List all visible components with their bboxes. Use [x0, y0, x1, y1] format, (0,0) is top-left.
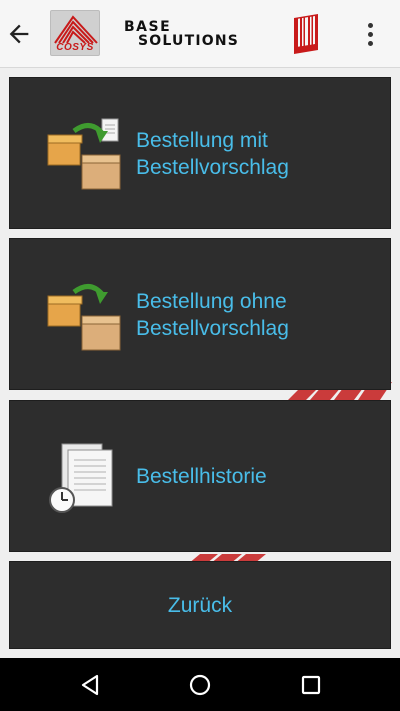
nav-back-button[interactable] [70, 670, 110, 700]
box-transfer-document-icon [47, 118, 121, 190]
app-bar: COSYS BASE SOLUTIONS [0, 0, 400, 68]
back-tile-button[interactable]: Zurück [9, 561, 391, 649]
more-vert-icon [367, 22, 373, 28]
cosys-logo: COSYS [50, 10, 100, 56]
arrow-back-icon [9, 24, 29, 44]
order-with-proposal-label: Bestellung mit Bestellvorschlag [136, 127, 289, 181]
order-without-proposal-label: Bestellung ohne Bestellvorschlag [136, 288, 289, 342]
nav-recents-button[interactable] [291, 670, 331, 700]
main-content: Bestellung mit Bestellvorschlag Bestellu… [0, 68, 400, 658]
label-line-1: Bestellung mit [136, 129, 268, 152]
barcode-scan-button[interactable] [290, 12, 322, 56]
label-line-2: Bestellvorschlag [136, 156, 289, 179]
label-line-1: Bestellung ohne [136, 290, 287, 313]
base-solutions-logo: BASE SOLUTIONS [124, 20, 264, 48]
nav-home-icon [189, 674, 211, 696]
system-nav-bar [0, 658, 400, 711]
overflow-menu-button[interactable] [356, 14, 384, 54]
cosys-brand-text: COSYS [56, 42, 94, 53]
document-history-icon [49, 443, 113, 513]
order-history-tile[interactable]: Bestellhistorie [9, 400, 391, 552]
back-label: Zurück [167, 593, 233, 617]
brand-line-1: BASE [124, 19, 172, 35]
nav-back-icon [81, 674, 99, 696]
brand-line-2: SOLUTIONS [138, 33, 240, 49]
nav-home-button[interactable] [180, 670, 220, 700]
barcode-icon [294, 14, 318, 54]
order-history-label: Bestellhistorie [136, 465, 267, 488]
box-transfer-icon [47, 284, 121, 351]
back-button[interactable] [2, 14, 36, 54]
nav-recents-icon [301, 675, 321, 695]
order-with-proposal-tile[interactable]: Bestellung mit Bestellvorschlag [9, 77, 391, 229]
order-without-proposal-tile[interactable]: Bestellung ohne Bestellvorschlag [9, 238, 391, 390]
label-line-2: Bestellvorschlag [136, 317, 289, 340]
